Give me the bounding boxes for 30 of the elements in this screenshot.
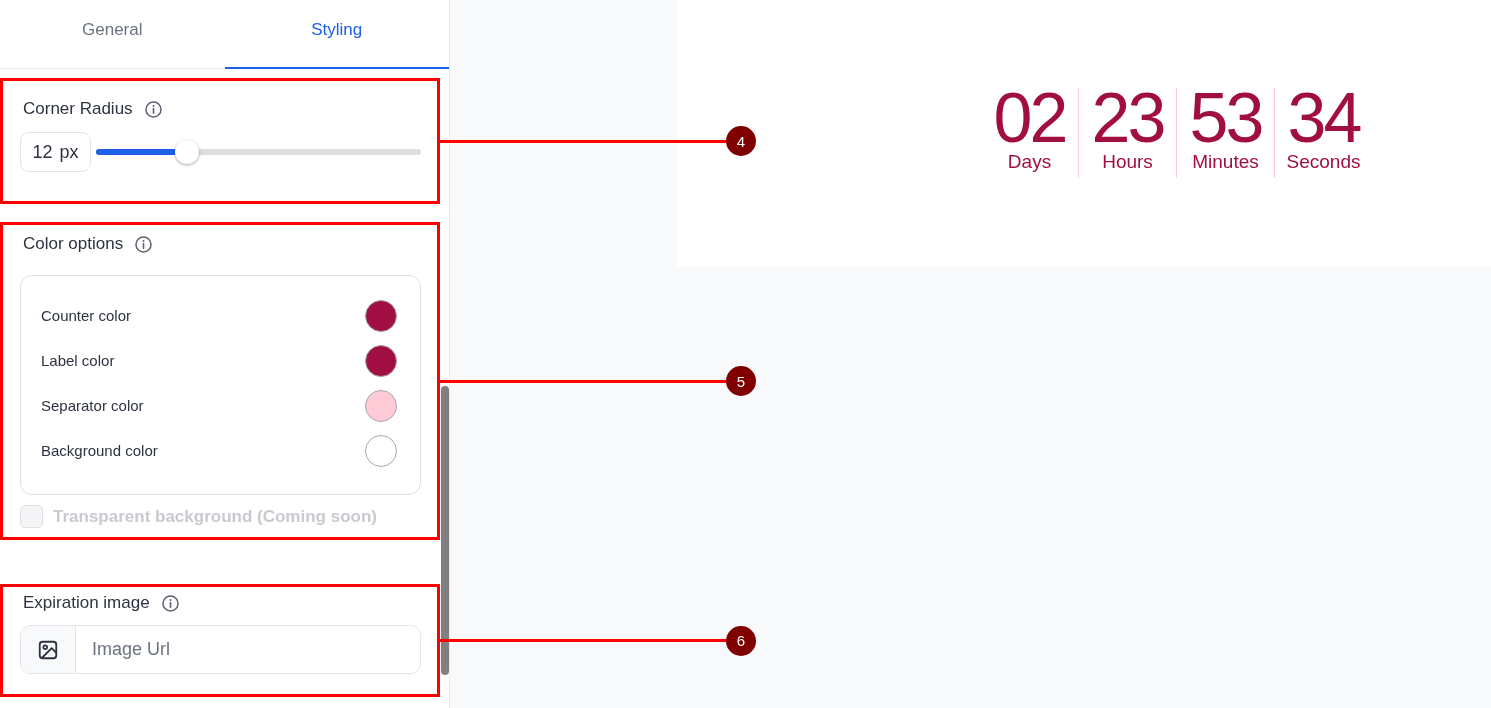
- radius-slider[interactable]: [96, 140, 421, 164]
- image-icon: [37, 638, 59, 661]
- slider-thumb[interactable]: [175, 140, 199, 164]
- color-swatch[interactable]: [365, 434, 397, 467]
- section-title: Color options: [23, 234, 124, 254]
- section-title: Corner Radius: [23, 99, 133, 119]
- color-swatch[interactable]: [365, 389, 397, 422]
- countdown-number: 02: [993, 88, 1066, 148]
- color-label: Label color: [41, 352, 115, 369]
- image-url-field[interactable]: Image Url: [20, 625, 421, 674]
- countdown-unit-label: Days: [1007, 151, 1052, 173]
- radius-input[interactable]: 12 px: [20, 132, 91, 172]
- color-label: Separator color: [41, 397, 144, 414]
- countdown-unit-label: Hours: [1102, 151, 1153, 173]
- image-url-input[interactable]: Image Url: [76, 626, 420, 673]
- color-label: Counter color: [41, 307, 132, 324]
- countdown-number: 34: [1287, 88, 1360, 148]
- scrollbar-thumb[interactable]: [441, 386, 449, 675]
- countdown-unit-label: Minutes: [1192, 151, 1259, 173]
- color-swatch[interactable]: [365, 344, 397, 377]
- color-swatch[interactable]: [365, 299, 397, 332]
- color-label: Background color: [41, 442, 158, 459]
- countdown-number: 23: [1091, 88, 1164, 148]
- info-icon: [135, 235, 153, 253]
- section-title: Expiration image: [23, 593, 150, 613]
- info-icon: [161, 594, 179, 612]
- countdown-number: 53: [1189, 88, 1262, 148]
- info-icon: [144, 100, 162, 118]
- tab[interactable]: General: [0, 0, 225, 69]
- countdown-unit-label: Seconds: [1286, 151, 1361, 173]
